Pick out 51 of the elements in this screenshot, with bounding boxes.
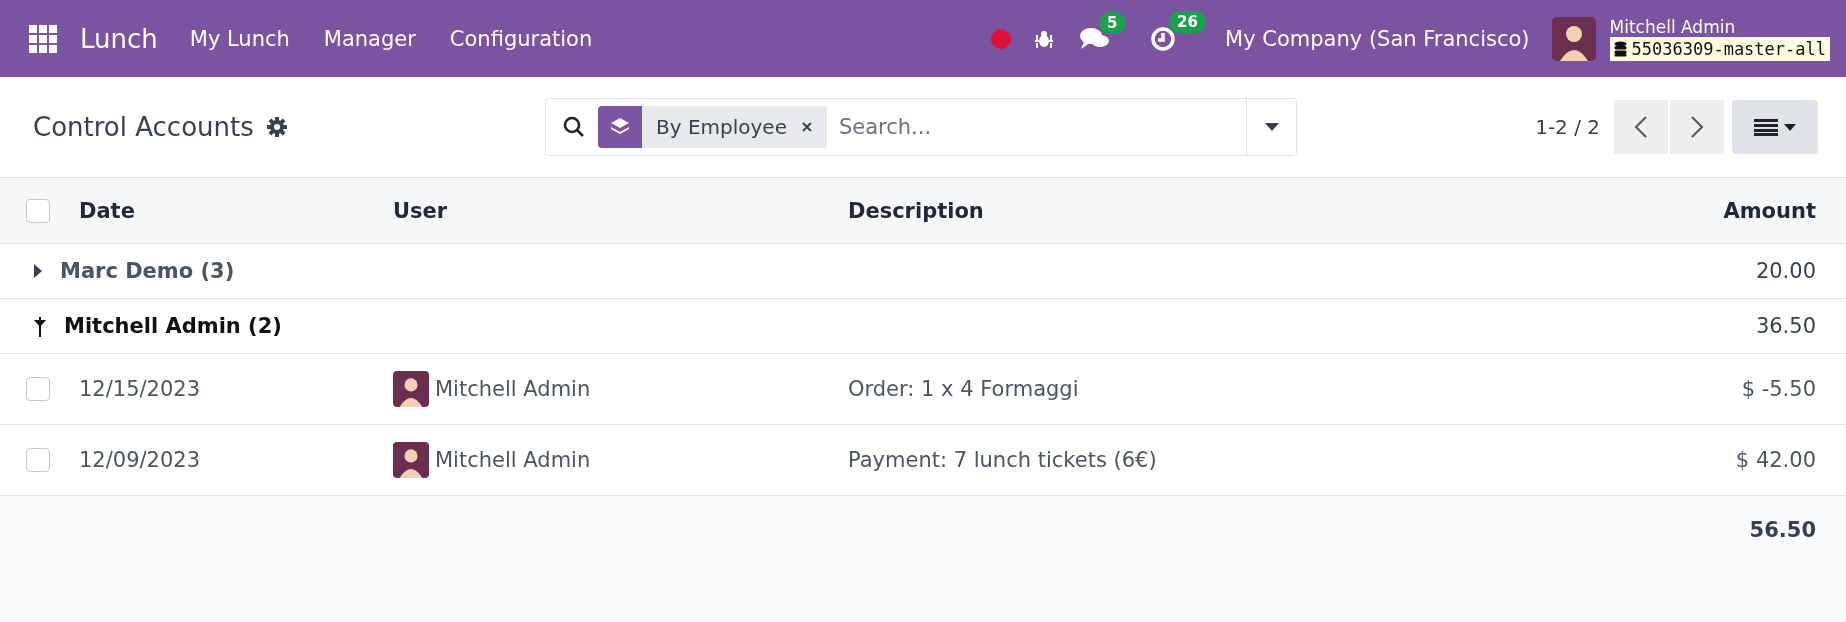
message-count-badge: 5 [1099,11,1126,34]
database-icon [1613,40,1627,57]
menu-item[interactable]: My Lunch [189,26,290,51]
page-title: Control Accounts [33,112,254,142]
description-cell: Order: 1 x 4 Formaggi [848,377,1079,401]
amount-cell: $ 42.00 [1735,448,1816,472]
select-all-checkbox[interactable] [26,198,50,223]
list-icon [1754,118,1778,136]
search-icon[interactable] [562,115,586,139]
amount-cell: $ -5.50 [1741,377,1816,401]
chevron-left-icon [1634,115,1648,139]
company-switcher[interactable]: My Company (San Francisco) [1225,26,1530,51]
user-name[interactable]: Mitchell Admin [1609,16,1736,37]
avatar-icon[interactable] [1551,16,1596,61]
caret-icon [1264,123,1279,131]
search-options-toggle[interactable] [1246,99,1296,155]
chevron-right-icon [1690,115,1704,139]
status-dot-icon[interactable] [991,28,1012,49]
group-row-header[interactable]: Marc Demo (3) [34,259,235,283]
pager-value[interactable]: 1-2 / 2 [1535,115,1600,139]
date-cell: 12/09/2023 [79,448,201,472]
column-header[interactable]: Description [848,198,984,223]
menu-item[interactable]: Configuration [449,26,593,51]
date-cell: 12/15/2023 [79,377,201,401]
row-checkbox[interactable] [26,377,50,401]
caret-icon [1784,123,1796,131]
row-checkbox[interactable] [26,448,50,472]
column-header[interactable]: User [393,198,448,223]
database-badge: 55036309-master-all [1609,36,1830,61]
close-icon[interactable] [800,121,813,133]
apps-menu-icon[interactable] [28,23,58,54]
clock-icon[interactable] [1149,24,1178,53]
menu-item[interactable]: Manager [323,26,416,51]
caret-right-icon [34,264,42,278]
group-total: 20.00 [1755,259,1816,283]
description-cell: Payment: 7 lunch tickets (6€) [848,448,1157,472]
avatar-icon [393,442,429,478]
avatar-icon [393,371,429,407]
grand-total: 56.50 [1749,518,1816,542]
activity-count-badge: 26 [1169,10,1206,33]
app-name[interactable]: Lunch [80,23,158,54]
list-view-button[interactable] [1732,100,1818,154]
user-cell: Mitchell Admin [435,448,591,472]
group-row-header[interactable]: Mitchell Admin (2) [34,314,282,338]
group-total: 36.50 [1755,314,1816,338]
user-cell: Mitchell Admin [435,377,591,401]
group-by-facet[interactable]: By Employee [598,106,827,148]
column-header[interactable]: Date [79,198,135,223]
search-field[interactable]: Search... [826,115,1246,139]
settings-icon[interactable] [265,116,288,138]
column-header[interactable]: Amount [1723,198,1816,223]
